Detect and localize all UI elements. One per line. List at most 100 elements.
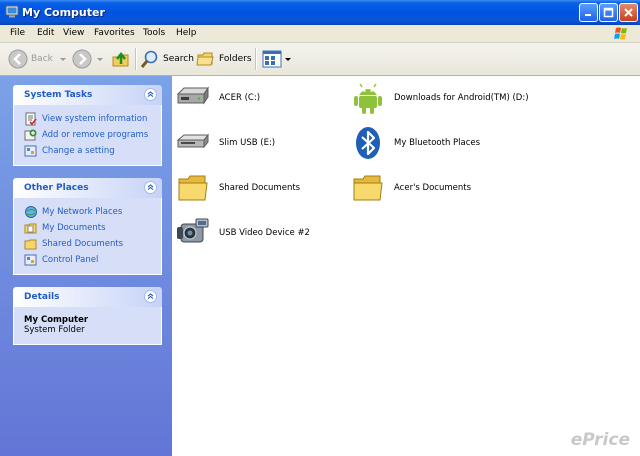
toolbar-separator: [255, 48, 257, 70]
menu-edit[interactable]: Edit: [37, 28, 54, 38]
drive-slim-usb-e[interactable]: Slim USB (E:): [175, 125, 345, 161]
drive-acer-c[interactable]: ACER (C:): [175, 80, 345, 116]
control-panel-link[interactable]: Control Panel: [24, 252, 153, 268]
menu-favorites[interactable]: Favorites: [94, 28, 135, 38]
close-icon: [624, 8, 633, 17]
my-documents-link[interactable]: My Documents: [24, 220, 153, 236]
eprice-watermark: ePrice: [570, 430, 630, 450]
folders-icon: [196, 52, 214, 66]
add-remove-programs-icon: [24, 129, 37, 141]
shared-documents-link[interactable]: Shared Documents: [24, 236, 153, 252]
details-header[interactable]: Details: [13, 287, 162, 307]
my-network-places-link[interactable]: My Network Places: [24, 204, 153, 220]
window-title: My Computer: [22, 6, 105, 19]
system-tasks-body: View system information Add or remove pr…: [13, 105, 162, 166]
maximize-button[interactable]: [599, 3, 618, 22]
menu-file[interactable]: File: [10, 28, 25, 38]
other-places-header[interactable]: Other Places: [13, 178, 162, 198]
hard-drive-icon: [176, 86, 209, 105]
other-places-title: Other Places: [24, 183, 89, 193]
up-folder-button[interactable]: [111, 47, 131, 71]
standard-toolbar: Back Search Folders: [0, 43, 640, 76]
my-computer-window: My Computer File Edit View Favorites Too…: [0, 0, 640, 456]
control-panel-icon: [24, 254, 37, 266]
details-title: Details: [24, 292, 60, 302]
system-tasks-panel: System Tasks View system information Add…: [13, 85, 162, 166]
item-label: ACER (C:): [219, 93, 261, 103]
system-info-icon: [25, 112, 37, 126]
minimize-icon: [585, 14, 591, 16]
add-remove-programs-link[interactable]: Add or remove programs: [24, 127, 153, 143]
details-panel: Details My Computer System Folder: [13, 287, 162, 345]
back-arrow-icon: [8, 49, 28, 69]
system-tasks-header[interactable]: System Tasks: [13, 85, 162, 105]
minimize-button[interactable]: [579, 3, 598, 22]
details-type: System Folder: [24, 325, 85, 335]
details-name: My Computer: [24, 315, 89, 325]
other-places-panel: Other Places My Network Places My Docume…: [13, 178, 162, 275]
collapse-chevron-icon[interactable]: [144, 88, 157, 101]
drive-downloads-android-d[interactable]: Downloads for Android(TM) (D:): [350, 80, 529, 116]
item-label: Shared Documents: [219, 183, 301, 193]
search-button[interactable]: Search: [140, 47, 194, 71]
close-button[interactable]: [619, 3, 638, 22]
link-label: Add or remove programs: [42, 130, 149, 140]
item-label: USB Video Device #2: [219, 228, 310, 238]
system-tasks-title: System Tasks: [24, 90, 93, 100]
collapse-chevron-icon[interactable]: [144, 290, 157, 303]
folder-icon: [353, 175, 383, 201]
menu-view[interactable]: View: [63, 28, 84, 38]
search-icon: [140, 50, 158, 68]
up-folder-icon: [112, 51, 129, 67]
item-label: Acer's Documents: [394, 183, 471, 193]
bluetooth-icon: [356, 127, 380, 159]
title-bar[interactable]: My Computer: [0, 0, 640, 25]
details-body: My Computer System Folder: [13, 307, 162, 345]
folders-label: Folders: [219, 54, 252, 64]
forward-dropdown-icon: [97, 58, 103, 61]
network-places-icon: [25, 206, 37, 218]
maximize-icon: [603, 7, 614, 18]
folders-button[interactable]: Folders: [196, 47, 252, 71]
shared-documents-folder[interactable]: Shared Documents: [175, 170, 345, 206]
folder-icon: [178, 175, 208, 201]
item-label: Slim USB (E:): [219, 138, 276, 148]
my-documents-icon: [24, 223, 37, 234]
camcorder-icon: [177, 218, 209, 243]
windows-logo-icon: [614, 27, 627, 40]
menu-tools[interactable]: Tools: [143, 28, 165, 38]
search-label: Search: [163, 54, 194, 64]
shared-folder-icon: [24, 239, 37, 250]
link-label: Shared Documents: [42, 239, 124, 249]
back-dropdown-icon: [59, 58, 66, 61]
usb-video-device-2[interactable]: USB Video Device #2: [175, 215, 345, 251]
toolbar-separator: [135, 48, 137, 70]
views-button[interactable]: [262, 47, 292, 71]
view-system-information-link[interactable]: View system information: [24, 111, 153, 127]
change-a-setting-link[interactable]: Change a setting: [24, 143, 153, 159]
item-label: My Bluetooth Places: [394, 138, 481, 148]
back-button[interactable]: Back: [8, 47, 67, 71]
my-bluetooth-places[interactable]: My Bluetooth Places: [350, 125, 520, 161]
views-icon: [262, 50, 282, 68]
my-computer-icon: [5, 5, 19, 18]
removable-drive-icon: [176, 133, 210, 149]
menu-help[interactable]: Help: [176, 28, 197, 38]
link-label: My Documents: [42, 223, 106, 233]
link-label: Change a setting: [42, 146, 115, 156]
android-icon: [354, 83, 382, 114]
link-label: My Network Places: [42, 207, 123, 217]
back-label: Back: [31, 54, 53, 64]
item-label: Downloads for Android(TM) (D:): [394, 93, 529, 103]
other-places-body: My Network Places My Documents Shared Do…: [13, 198, 162, 275]
task-pane: System Tasks View system information Add…: [0, 76, 172, 456]
acers-documents-folder[interactable]: Acer's Documents: [350, 170, 520, 206]
menu-bar: File Edit View Favorites Tools Help: [0, 25, 640, 43]
link-label: View system information: [42, 114, 148, 124]
content-pane: ACER (C:) Downloads for Android(TM) (D:): [172, 76, 640, 456]
views-dropdown-icon: [285, 58, 291, 61]
link-label: Control Panel: [42, 255, 99, 265]
collapse-chevron-icon[interactable]: [144, 181, 157, 194]
forward-button[interactable]: [72, 47, 104, 71]
forward-arrow-icon: [72, 49, 92, 69]
